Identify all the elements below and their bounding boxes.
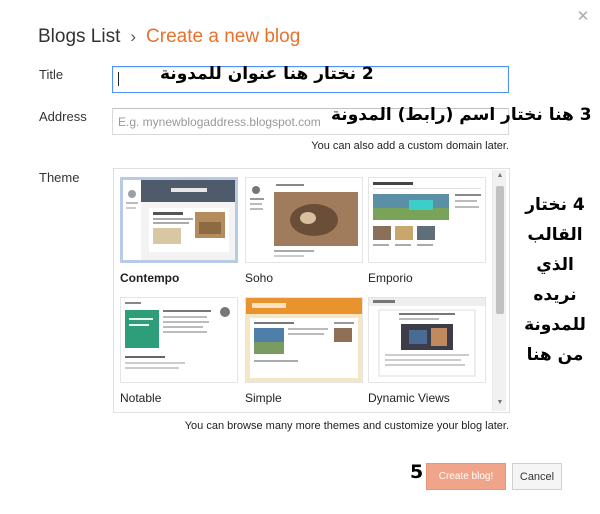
annotation-step-2: 2 نختار هنا عنوان للمدونة xyxy=(160,64,374,84)
custom-domain-hint: You can also add a custom domain later. xyxy=(311,140,509,152)
theme-name: Simple xyxy=(245,391,282,405)
theme-thumbnail-soho xyxy=(245,177,363,263)
title-label: Title xyxy=(39,67,64,82)
theme-thumbnail-dynamic-views xyxy=(368,297,486,383)
theme-name: Notable xyxy=(120,391,162,405)
close-icon[interactable]: ✕ xyxy=(575,9,591,25)
breadcrumb-blogs-list[interactable]: Blogs List xyxy=(38,26,120,48)
theme-card-simple[interactable]: Simple xyxy=(245,297,365,405)
theme-name: Contempo xyxy=(120,271,180,285)
text-caret xyxy=(118,72,119,86)
theme-name: Soho xyxy=(245,271,274,285)
theme-thumbnail-notable xyxy=(120,297,238,383)
theme-card-dynamic-views[interactable]: Dynamic Views xyxy=(368,297,488,405)
theme-card-contempo[interactable]: Contempo xyxy=(120,177,240,285)
cancel-button[interactable]: Cancel xyxy=(512,463,562,490)
annotation-step-3: 3 هنا نختار اسم (رابط) المدونة xyxy=(331,105,592,125)
theme-card-emporio[interactable]: Emporio xyxy=(368,177,488,285)
theme-name: Emporio xyxy=(368,271,413,285)
breadcrumb: Blogs List › Create a new blog xyxy=(38,26,300,48)
theme-label: Theme xyxy=(39,170,80,185)
theme-name: Dynamic Views xyxy=(368,391,450,405)
page-title: Create a new blog xyxy=(146,26,301,47)
create-blog-button[interactable]: Create blog! xyxy=(426,463,506,490)
theme-card-notable[interactable]: Notable xyxy=(120,297,240,405)
scrollbar-thumb[interactable] xyxy=(496,186,504,314)
scroll-up-arrow-icon[interactable]: ▲ xyxy=(493,172,507,182)
annotation-step-4: 4 نختار القالب الذي نريده للمدونة من هنا xyxy=(524,195,586,365)
address-label: Address xyxy=(39,109,87,124)
theme-thumbnail-emporio xyxy=(368,177,486,263)
theme-card-soho[interactable]: Soho xyxy=(245,177,365,285)
create-blog-dialog: ✕ Blogs List › Create a new blog Title 2… xyxy=(0,0,600,514)
browse-themes-hint: You can browse many more themes and cust… xyxy=(184,420,509,432)
annotation-step-5: 5 xyxy=(410,461,424,483)
theme-thumbnail-simple xyxy=(245,297,363,383)
theme-thumbnail-contempo xyxy=(120,177,238,263)
theme-picker: Contempo Soho Emporio Notable Simple Dyn… xyxy=(113,168,510,413)
address-placeholder: E.g. mynewblogaddress.blogspot.com xyxy=(118,115,321,129)
chevron-right-icon: › xyxy=(130,27,137,46)
theme-scrollbar[interactable]: ▲ ▼ xyxy=(492,170,506,411)
scroll-down-arrow-icon[interactable]: ▼ xyxy=(493,399,507,409)
